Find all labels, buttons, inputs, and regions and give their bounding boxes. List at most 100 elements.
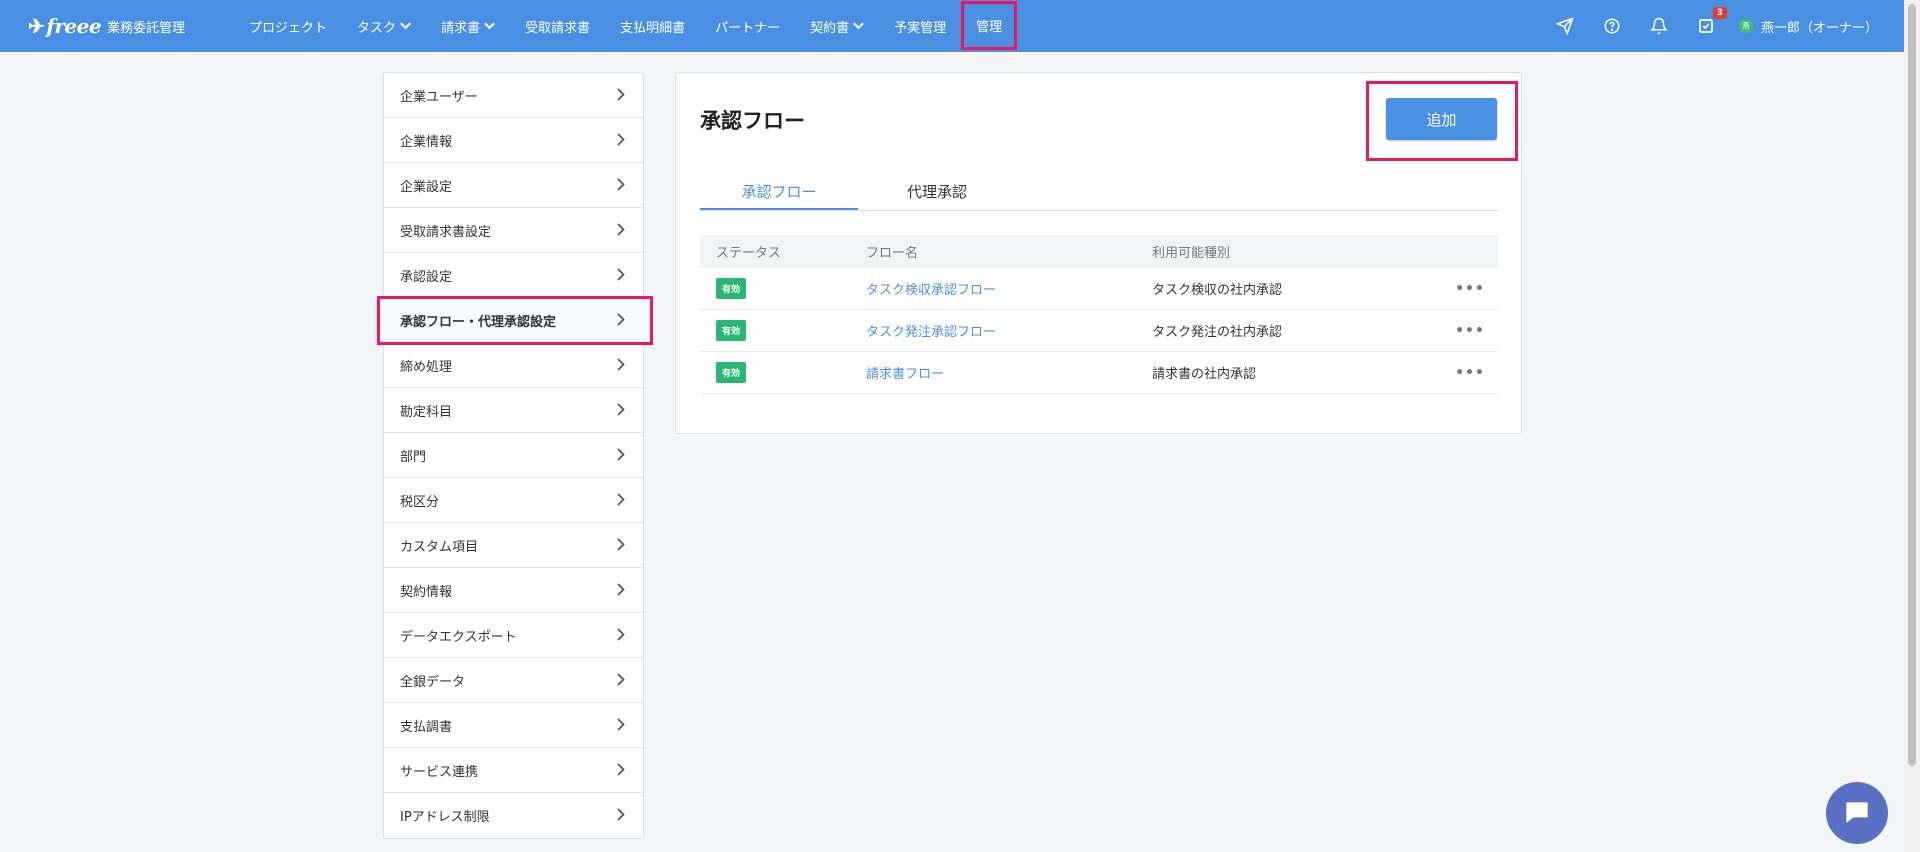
more-options-icon[interactable]: •••	[1455, 365, 1485, 381]
nav-item-6[interactable]: 契約書	[795, 0, 879, 52]
status-cell: 有効	[700, 278, 866, 299]
sidebar-item-label: 締め処理	[400, 359, 453, 375]
chevron-right-icon	[617, 400, 625, 421]
task-badge: 3	[1712, 7, 1727, 19]
status-badge: 有効	[716, 362, 747, 383]
user-name: 燕一郎（オーナー）	[1760, 20, 1878, 36]
nav-item-label: 管理	[976, 20, 1003, 35]
table-row: 有効 請求書フロー 請求書の社内承認 •••	[700, 352, 1498, 394]
chevron-right-icon	[617, 445, 625, 466]
available-type-cell: 請求書の社内承認	[1152, 367, 1257, 382]
nav-item-0[interactable]: プロジェクト	[234, 0, 342, 52]
sidebar-item-label: 受取請求書設定	[400, 224, 492, 240]
sidebar-item-label: 企業設定	[400, 179, 453, 195]
sidebar-item-11[interactable]: 契約情報	[384, 568, 643, 613]
tab-1[interactable]: 代理承認	[858, 173, 1016, 210]
chevron-right-icon	[617, 715, 625, 736]
flow-name-link[interactable]: タスク検収承認フロー	[866, 283, 996, 298]
brand-name: 業務委託管理	[107, 20, 186, 36]
table-body: 有効 タスク検収承認フロー タスク検収の社内承認 ••• 有効 タスク発注承認フロー タスク…	[700, 268, 1498, 394]
nav-item-4[interactable]: 支払明細書	[605, 0, 700, 52]
more-options-icon[interactable]: •••	[1455, 323, 1485, 339]
sidebar-item-6[interactable]: 締め処理	[384, 343, 643, 388]
flow-name-link[interactable]: タスク発注承認フロー	[866, 325, 996, 340]
chevron-right-icon	[617, 220, 625, 241]
sidebar-item-14[interactable]: 支払調書	[384, 703, 643, 748]
sidebar-item-4[interactable]: 承認設定	[384, 253, 643, 298]
sidebar-item-15[interactable]: サービス連携	[384, 748, 643, 793]
status-badge: 有効	[716, 278, 747, 299]
sidebar-item-label: 企業ユーザー	[400, 89, 478, 105]
chevron-right-icon	[617, 625, 625, 646]
sidebar-item-label: 契約情報	[400, 584, 453, 600]
task-check-icon[interactable]: 3	[1695, 7, 1727, 37]
chat-support-button[interactable]	[1826, 782, 1888, 844]
nav-item-7[interactable]: 予実管理	[879, 0, 961, 52]
scrollbar-thumb[interactable]	[1908, 4, 1916, 766]
help-icon[interactable]	[1601, 15, 1623, 37]
flow-name-link[interactable]: 請求書フロー	[866, 367, 944, 382]
sidebar-item-label: カスタム項目	[400, 539, 479, 555]
tab-bar: 承認フロー 代理承認	[700, 173, 1498, 211]
flow-name-cell: タスク発注承認フロー	[866, 321, 1152, 340]
sidebar-item-label: 税区分	[400, 494, 440, 510]
chevron-right-icon	[617, 760, 625, 781]
main-nav: プロジェクト タスク 請求書 受取請求書 支払明細書 パートナー 契約書 予実管理 管理	[234, 0, 1018, 52]
sidebar-item-label: 承認設定	[400, 269, 453, 285]
sidebar-item-16[interactable]: IPアドレス制限	[384, 793, 643, 838]
header-status: ステータス	[716, 246, 782, 261]
bell-icon[interactable]	[1648, 15, 1670, 37]
chevron-right-icon	[617, 175, 625, 196]
sidebar-item-12[interactable]: データエクスポート	[384, 613, 643, 658]
sidebar-item-2[interactable]: 企業設定	[384, 163, 643, 208]
nav-item-3[interactable]: 受取請求書	[510, 0, 605, 52]
sidebar-item-9[interactable]: 税区分	[384, 478, 643, 523]
nav-right: 3 燕 燕一郎（オーナー）	[1529, 0, 1878, 52]
sidebar-item-3[interactable]: 受取請求書設定	[384, 208, 643, 253]
status-cell: 有効	[700, 320, 866, 341]
freee-logo: ✈ freee	[28, 14, 102, 38]
sidebar-item-10[interactable]: カスタム項目	[384, 523, 643, 568]
sidebar-item-label: 勘定科目	[400, 404, 453, 420]
user-menu[interactable]: 燕 燕一郎（オーナー）	[1738, 17, 1878, 36]
sidebar-item-8[interactable]: 部門	[384, 433, 643, 478]
nav-item-1[interactable]: タスク	[342, 0, 426, 52]
chevron-right-icon	[617, 490, 625, 511]
settings-sidebar: 企業ユーザー 企業情報企業設定受取請求書設定 承認設定承認フロー・代理承認設定締め処…	[377, 72, 653, 839]
page-scrollbar[interactable]	[1904, 0, 1920, 852]
tab-0[interactable]: 承認フロー	[700, 173, 858, 210]
sidebar-item-label: サービス連携	[400, 764, 479, 780]
header-available-type: 利用可能種別	[1152, 246, 1231, 261]
nav-item-label: プロジェクト	[249, 20, 328, 36]
chevron-down-icon	[853, 20, 864, 33]
nav-item-label: タスク	[357, 20, 397, 36]
approval-flow-panel: 承認フロー 追加 承認フロー 代理承認 ステータス フロー名 利用可能種別 有効タ…	[675, 72, 1522, 434]
flow-name-cell: 請求書フロー	[866, 363, 1152, 382]
actions-cell: •••	[1442, 323, 1498, 339]
chevron-right-icon	[617, 265, 625, 286]
sidebar-item-label: 支払調書	[400, 719, 453, 735]
table-row: 有効 タスク発注承認フロー タスク発注の社内承認 •••	[700, 310, 1498, 352]
sidebar-item-0[interactable]: 企業ユーザー	[384, 73, 643, 118]
sidebar-item-5[interactable]: 承認フロー・代理承認設定	[377, 296, 653, 345]
table-row: 有効 タスク検収承認フロー タスク検収の社内承認 •••	[700, 268, 1498, 310]
nav-item-8[interactable]: 管理	[961, 1, 1018, 50]
avatar: 燕	[1738, 19, 1753, 33]
sidebar-item-label: 企業情報	[400, 134, 453, 150]
flow-name-cell: タスク検収承認フロー	[866, 279, 1152, 298]
add-button[interactable]: 追加	[1386, 98, 1497, 140]
nav-item-5[interactable]: パートナー	[700, 0, 795, 52]
brand[interactable]: ✈ freee 業務委託管理	[28, 14, 214, 38]
top-nav-bar: ✈ freee 業務委託管理 プロジェクト タスク 請求書 受取請求書 支払明細書 パートナ…	[0, 0, 1904, 52]
sidebar-item-13[interactable]: 全銀データ	[384, 658, 643, 703]
nav-item-2[interactable]: 請求書	[426, 0, 510, 52]
flow-table: ステータス フロー名 利用可能種別 有効 タスク検収承認フロー タスク検収の社内承認…	[700, 235, 1498, 394]
status-cell: 有効	[700, 362, 866, 383]
sidebar-item-label: 全銀データ	[400, 674, 466, 690]
table-header: ステータス フロー名 利用可能種別	[700, 235, 1498, 268]
sidebar-item-1[interactable]: 企業情報	[384, 118, 643, 163]
send-icon[interactable]	[1554, 15, 1576, 37]
sidebar-item-7[interactable]: 勘定科目	[384, 388, 643, 433]
nav-item-label: 予実管理	[894, 20, 947, 36]
more-options-icon[interactable]: •••	[1455, 281, 1485, 297]
